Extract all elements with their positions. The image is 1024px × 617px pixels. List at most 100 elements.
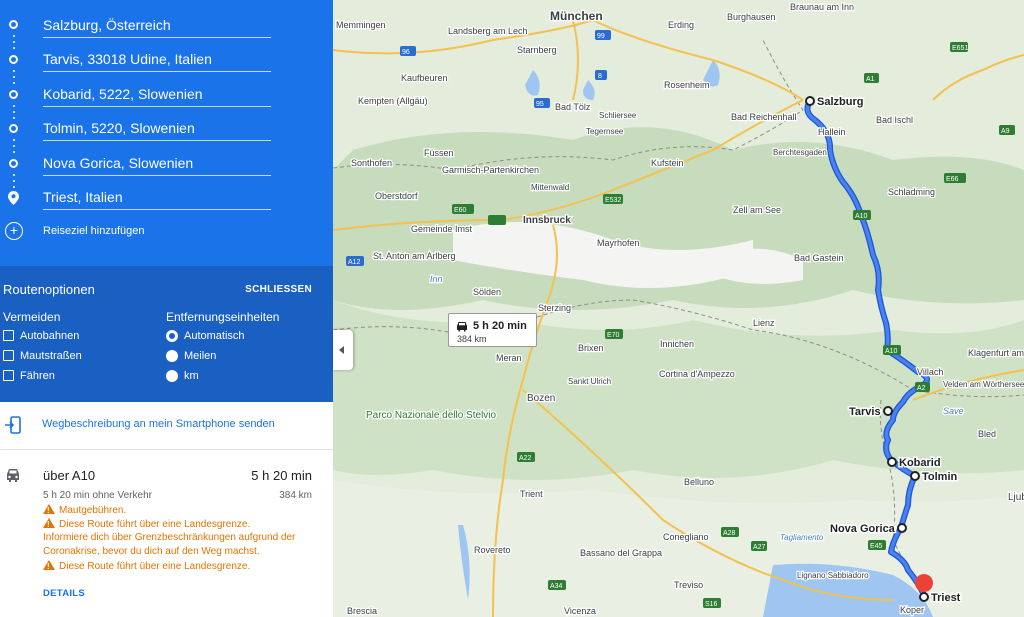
waypoint-row[interactable]: Nova Gorica, Slowenien [0,146,333,180]
destination-pin-icon [8,191,19,205]
route-card[interactable]: über A10 5 h 20 min 5 h 20 min ohne Verk… [0,450,333,617]
place-label: Gemeinde Imst [411,224,473,234]
stop-circle-icon [9,90,18,99]
road-label: A34 [550,583,563,590]
dot-icon [12,105,15,107]
start-circle-icon [9,20,18,29]
stop-marker-triest[interactable] [919,592,929,602]
place-label: Kaufbeuren [401,73,448,83]
waypoint-input[interactable]: Tarvis, 33018 Udine, Italien [43,51,212,67]
place-label: Mittenwald [531,183,569,192]
send-to-phone-icon [5,416,21,434]
destination-pin-icon[interactable] [915,574,933,592]
warning-text: Diese Route führt über eine Landesgrenze… [59,519,251,530]
waypoint-row[interactable]: Tolmin, 5220, Slowenien [0,111,333,145]
waypoint-input[interactable]: Triest, Italien [43,189,123,205]
avoid-ferries-label[interactable]: Fähren [20,370,55,382]
route-via-label: über A10 [43,468,96,483]
place-label: Lienz [753,318,775,328]
road-label: E66 [946,176,959,183]
send-to-phone-row[interactable]: Wegbeschreibung an mein Smartphone sende… [0,402,333,450]
road-label: S16 [705,601,718,608]
road-label: A10 [885,348,898,355]
road-label: A9 [1001,128,1010,135]
waypoint-row[interactable]: Tarvis, 33018 Udine, Italien [0,42,333,76]
place-label: Brixen [578,343,604,353]
place-label: Sankt Ulrich [568,377,611,386]
stop-marker-nova-gorica[interactable] [897,523,907,533]
place-label: Schladming [888,187,935,197]
place-label: Belluno [684,477,714,487]
place-label: Save [943,406,964,416]
route-options-section: Routenoptionen SCHLIESSEN Vermeiden Auto… [0,266,333,402]
place-label: Berchtesgaden [773,148,827,157]
add-destination-link[interactable]: Reiseziel hinzufügen [43,225,145,237]
stop-marker-tolmin[interactable] [910,471,920,481]
place-label: Treviso [674,580,703,590]
place-label: Bled [978,429,996,439]
send-to-phone-link[interactable]: Wegbeschreibung an mein Smartphone sende… [42,418,275,430]
map-canvas[interactable]: Salzburg Tarvis Kobarid Tolmin Nova Gori… [333,0,1024,617]
place-label: Rosenheim [664,80,710,90]
place-label: Erding [668,20,694,30]
road-label: A10 [855,213,868,220]
place-label: Oberstdorf [375,191,418,201]
units-miles-label[interactable]: Meilen [184,350,216,362]
waypoint-underline [43,175,271,176]
waypoint-input[interactable]: Nova Gorica, Slowenien [43,155,193,171]
warning-border: Diese Route führt über eine Landesgrenze… [43,559,313,574]
units-auto-radio[interactable] [166,330,178,342]
stop-marker-tarvis[interactable] [883,406,893,416]
avoid-heading: Vermeiden [3,310,61,324]
avoid-tolls-label[interactable]: Mautstraßen [20,350,82,362]
stop-marker-kobarid[interactable] [887,457,897,467]
waypoint-row[interactable]: Triest, Italien [0,180,333,214]
warning-icon [43,518,55,532]
road-label: A1 [866,76,875,83]
waypoint-row[interactable]: Salzburg, Österreich [0,8,333,42]
place-label: Sonthofen [351,158,392,168]
waypoint-input[interactable]: Tolmin, 5220, Slowenien [43,120,195,136]
collapse-panel-button[interactable] [333,330,353,370]
waypoint-input[interactable]: Kobarid, 5222, Slowenien [43,86,203,102]
close-route-options-button[interactable]: SCHLIESSEN [245,284,312,295]
dot-icon [12,174,15,176]
route-distance: 384 km [279,490,312,501]
place-label: Parco Nazionale dello Stelvio [366,410,497,421]
route-callout[interactable]: 5 h 20 min 384 km [448,313,537,347]
place-label: Bad Reichenhall [731,112,797,122]
place-label: Tegernsee [586,127,624,136]
avoid-ferries-checkbox[interactable] [3,370,14,381]
stop-label: Tarvis [849,406,881,418]
units-auto-label[interactable]: Automatisch [184,330,245,342]
waypoint-row[interactable]: Kobarid, 5222, Slowenien [0,77,333,111]
place-label: Bad Tölz [555,102,591,112]
place-label: Koper [900,605,924,615]
units-miles-radio[interactable] [166,350,178,362]
dot-icon [12,82,15,84]
add-destination-icon[interactable]: + [5,222,23,240]
warning-tolls: Mautgebühren. [43,503,313,518]
road-label: 99 [597,33,605,40]
dot-icon [12,151,15,153]
dot-icon [12,180,15,182]
avoid-highways-label[interactable]: Autobahnen [20,330,79,342]
units-km-radio[interactable] [166,370,178,382]
dot-icon [12,186,15,188]
avoid-tolls-checkbox[interactable] [3,350,14,361]
avoid-highways-checkbox[interactable] [3,330,14,341]
place-label: Velden am Wörthersee [943,380,1024,389]
stop-marker-salzburg[interactable] [805,96,815,106]
place-label: Ljubljana [1008,492,1024,503]
place-label: Memmingen [336,20,386,30]
place-label: Brescia [347,606,377,616]
road-label: E70 [607,332,620,339]
stop-label: Nova Gorica [830,523,896,535]
details-link[interactable]: DETAILS [43,588,85,599]
warning-border: Diese Route führt über eine Landesgrenze… [43,517,313,532]
waypoint-input[interactable]: Salzburg, Österreich [43,17,171,33]
place-label: Starnberg [517,45,557,55]
units-km-label[interactable]: km [184,370,199,382]
dot-icon [12,47,15,49]
place-label: Mayrhofen [597,238,640,248]
